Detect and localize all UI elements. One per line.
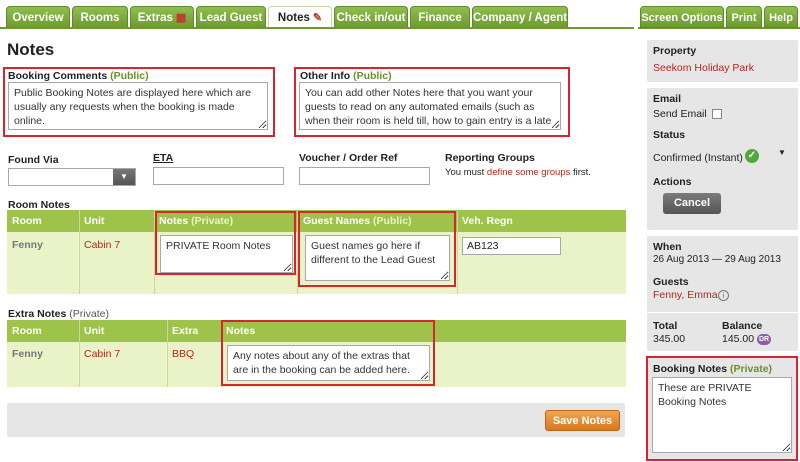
extra-notes-text: Extra Notes xyxy=(8,308,67,320)
help-label: Help xyxy=(769,12,793,24)
when-label: When xyxy=(653,241,682,253)
tab-check-in-out[interactable]: Check in/out xyxy=(334,6,408,28)
debit-badge: DR xyxy=(757,334,771,345)
tab-label: Company / Agent xyxy=(473,12,568,24)
tab-finance[interactable]: Finance xyxy=(410,6,470,28)
tab-notes[interactable]: Notes ✎ xyxy=(268,6,332,28)
actions-label: Actions xyxy=(653,176,692,188)
tab-label: Check in/out xyxy=(336,12,406,24)
guests-label: Guests xyxy=(653,276,689,288)
guest-info-icon[interactable]: i xyxy=(718,290,729,301)
found-via-select[interactable]: ▼ xyxy=(8,168,136,186)
divider xyxy=(647,312,798,313)
col-veh-regn: Veh. Regn xyxy=(462,215,513,227)
reporting-prefix: You must xyxy=(445,167,487,178)
tab-extras[interactable]: Extras ▩ xyxy=(130,6,194,28)
column-divider xyxy=(167,320,168,387)
col-extra: Extra xyxy=(172,325,199,337)
extra-notes-title: Extra Notes (Private) xyxy=(8,308,109,320)
notes-icon: ✎ xyxy=(312,12,323,24)
guest-link[interactable]: Fenny, Emma xyxy=(653,289,718,301)
when-value: 26 Aug 2013 — 29 Aug 2013 xyxy=(653,254,781,265)
screen-options-label: Screen Options xyxy=(641,12,723,24)
room-cell: Fenny xyxy=(12,239,43,251)
save-bar xyxy=(7,403,625,437)
chevron-down-icon: ▼ xyxy=(113,169,135,185)
tab-label: Finance xyxy=(418,12,462,24)
col-room: Room xyxy=(12,215,42,227)
tab-label: Rooms xyxy=(80,12,120,24)
tab-underline xyxy=(0,27,634,29)
booking-details-panel: When 26 Aug 2013 — 29 Aug 2013 Guests Fe… xyxy=(647,236,798,351)
tab-label: Lead Guest xyxy=(199,12,263,24)
highlight-room-notes xyxy=(155,211,296,275)
send-email-label: Send Email xyxy=(653,108,707,120)
save-notes-button[interactable]: Save Notes xyxy=(545,410,620,431)
property-link[interactable]: Seekom Holiday Park xyxy=(653,62,754,74)
tab-lead-guest[interactable]: Lead Guest xyxy=(196,6,266,28)
balance-value: 145.00 xyxy=(722,333,755,345)
highlight-extra-notes xyxy=(221,320,435,386)
define-groups-link[interactable]: define some groups xyxy=(487,167,570,178)
email-label: Email xyxy=(653,93,682,105)
unit-cell[interactable]: Cabin 7 xyxy=(84,348,120,360)
extra-cell[interactable]: BBQ xyxy=(172,348,194,360)
found-via-label: Found Via xyxy=(8,154,59,166)
voucher-label: Voucher / Order Ref xyxy=(299,152,398,164)
reporting-groups-hint: You must define some groups first. xyxy=(445,167,591,178)
highlight-booking-comments xyxy=(3,67,275,137)
send-email-checkbox[interactable] xyxy=(712,109,722,119)
property-panel: Property Seekom Holiday Park xyxy=(647,40,798,82)
extras-icon: ▩ xyxy=(175,12,187,24)
column-divider xyxy=(79,210,80,294)
property-label: Property xyxy=(653,45,697,57)
tab-label: Extras xyxy=(137,12,173,24)
help-button[interactable]: Help xyxy=(764,6,798,28)
voucher-input[interactable] xyxy=(299,167,430,185)
veh-regn-value: AB123 xyxy=(467,240,499,252)
total-label: Total xyxy=(653,320,678,332)
column-divider xyxy=(79,320,80,387)
veh-regn-input[interactable]: AB123 xyxy=(462,237,561,255)
tab-label: Notes xyxy=(277,12,310,24)
tab-label: Overview xyxy=(12,12,64,24)
screen-options-button[interactable]: Screen Options xyxy=(640,6,724,28)
page-title: Notes xyxy=(7,40,55,59)
check-icon: ✓ xyxy=(745,149,759,163)
total-value: 345.00 xyxy=(653,333,686,345)
tab-bar: Overview Rooms Extras ▩ Lead Guest Notes ✎… xyxy=(0,0,800,29)
cancel-booking-button[interactable]: Cancel xyxy=(663,193,721,214)
tab-rooms[interactable]: Rooms xyxy=(72,6,128,28)
booking-status-panel: Email Send Email Status Confirmed (Insta… xyxy=(647,88,798,230)
balance-label: Balance xyxy=(722,320,763,332)
print-label: Print xyxy=(731,12,757,24)
tab-overview[interactable]: Overview xyxy=(6,6,70,28)
highlight-other-info xyxy=(294,67,570,137)
tab-company-agent[interactable]: Company / Agent xyxy=(472,6,568,28)
status-value: Confirmed (Instant) xyxy=(653,152,743,164)
highlight-booking-notes xyxy=(646,356,798,461)
room-cell: Fenny xyxy=(12,348,43,360)
column-divider xyxy=(457,210,458,294)
eta-input[interactable] xyxy=(153,167,284,185)
status-label: Status xyxy=(653,129,686,141)
eta-label: ETA xyxy=(153,152,174,164)
reporting-suffix: first. xyxy=(570,167,591,178)
highlight-guest-names xyxy=(298,211,456,287)
private-tag: (Private) xyxy=(69,308,109,320)
status-menu-chevron-icon[interactable]: ▼ xyxy=(778,148,786,157)
col-unit: Unit xyxy=(84,325,105,337)
col-room: Room xyxy=(12,325,42,337)
col-unit: Unit xyxy=(84,215,105,227)
unit-cell[interactable]: Cabin 7 xyxy=(84,239,120,251)
reporting-groups-label: Reporting Groups xyxy=(445,152,535,164)
print-button[interactable]: Print xyxy=(726,6,762,28)
